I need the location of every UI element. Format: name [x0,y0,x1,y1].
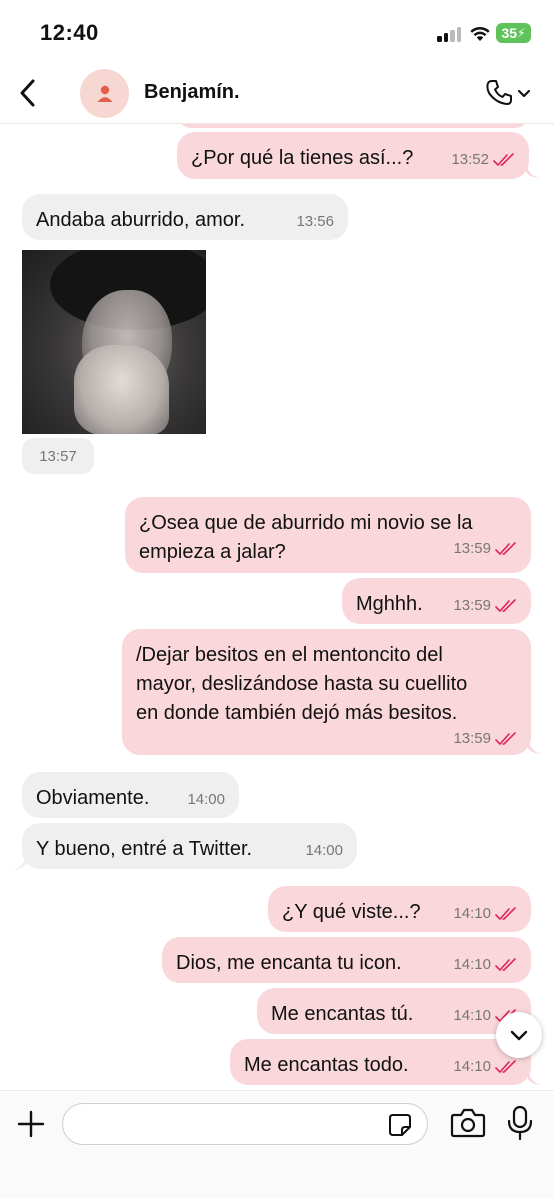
message-text: Dios, me encanta tu icon. [176,952,402,974]
double-check-icon [495,907,516,920]
phone-icon [486,80,512,105]
attach-button[interactable] [14,1107,48,1141]
message-out[interactable]: Me encantas tú. 14:10 [257,988,531,1034]
message-line: empieza a jalar? [139,541,286,563]
message-text: Andaba aburrido, amor. [36,209,246,231]
double-check-icon [495,542,516,555]
message-meta: 14:00 [187,791,225,809]
message-text: Mghhh. [356,593,423,615]
message-line: ¿Osea que de aburrido mi novio se la [139,512,473,534]
double-check-icon [495,958,516,971]
message-in[interactable]: Obviamente. 14:00 [22,772,239,818]
bubble-tail [526,162,540,178]
message-line: mayor, deslizándose hasta su cuellito [136,673,468,695]
message-time: 14:10 [453,1058,491,1075]
photo-hand [74,345,169,434]
status-time: 12:40 [40,20,99,45]
contact-name[interactable]: Benjamín. [144,81,240,104]
message-input-field[interactable] [62,1103,428,1145]
message-meta: 13:56 [296,213,334,231]
sticker-icon[interactable] [387,1112,413,1138]
message-meta: 13:59 [453,730,517,748]
message-time: 14:00 [305,842,343,859]
message-time: 14:10 [453,956,491,973]
message-meta: 13:52 [451,151,515,169]
double-check-icon [495,732,516,745]
message-text: Obviamente. [36,787,150,809]
microphone-icon[interactable] [506,1105,534,1141]
message-text: Y bueno, entré a Twitter. [36,838,253,860]
message-time: 13:52 [451,151,489,168]
double-check-icon [495,1060,516,1073]
message-time: 14:10 [453,1007,491,1024]
bubble-tail [528,1069,542,1085]
bubble-tail [12,854,26,870]
message-time: 14:00 [187,791,225,808]
double-check-icon [495,599,516,612]
call-button[interactable] [484,76,538,110]
message-out[interactable]: Dios, me encanta tu icon. 14:10 [162,937,531,983]
battery-charging-icon: 35 ⚡ [496,23,531,43]
message-out[interactable]: ¿Osea que de aburrido mi novio se la emp… [125,497,531,573]
battery-level: 35 [501,25,518,41]
scroll-to-bottom-button[interactable] [496,1012,542,1058]
message-text: Me encantas todo. [244,1054,409,1076]
message-meta: 14:10 [453,905,517,923]
message-meta: 14:10 [453,956,517,974]
wifi-icon [468,23,492,43]
input-bar [0,1090,554,1199]
message-time: 13:59 [453,597,491,614]
message-time: 14:10 [453,905,491,922]
chevron-down-icon [517,89,531,98]
back-button[interactable] [12,76,42,110]
message-out[interactable]: Me encantas todo. 14:10 [230,1039,531,1085]
message-in[interactable]: Y bueno, entré a Twitter. 14:00 [22,823,357,869]
chat-area[interactable]: ¿Por qué la tienes así...? 13:52 Andaba … [0,124,554,1090]
avatar[interactable] [80,69,129,118]
message-line: en donde también dejó más besitos. [136,702,458,724]
message-input[interactable] [79,1112,379,1138]
bubble-tail [528,738,542,754]
message-line: /Dejar besitos en el mentoncito del [136,644,443,666]
status-bar: 12:40 35 ⚡ [0,0,554,62]
message-out[interactable]: ¿Por qué la tienes así...? 13:52 [177,132,529,179]
message-out[interactable]: ¿Y qué viste...? 14:10 [268,886,531,932]
message-text: Me encantas tú. [271,1003,414,1025]
chat-header: Benjamín. [0,62,554,124]
signal-icon [437,26,463,42]
message-out[interactable]: /Dejar besitos en el mentoncito del mayo… [122,629,531,755]
plus-icon [17,1110,45,1138]
message-in[interactable]: Andaba aburrido, amor. 13:56 [22,194,348,240]
photo-message[interactable] [22,250,206,434]
back-chevron-icon [20,79,35,107]
message-text: ¿Y qué viste...? [282,901,421,923]
message-meta: 13:59 [453,540,517,558]
photo-time: 13:57 [22,438,94,474]
message-time: 13:56 [296,213,334,230]
message-meta: 13:59 [453,597,517,615]
message-meta: 14:00 [305,842,343,860]
message-out[interactable]: Mghhh. 13:59 [342,578,531,624]
message-meta: 14:10 [453,1058,517,1076]
message-time: 13:59 [453,730,491,747]
camera-icon[interactable] [450,1107,486,1139]
person-icon [97,85,112,102]
message-text: ¿Por qué la tienes así...? [191,147,414,169]
message-time: 13:59 [453,540,491,557]
partial-bubble [177,124,529,128]
chevron-down-icon [510,1030,528,1041]
double-check-icon [493,153,514,166]
